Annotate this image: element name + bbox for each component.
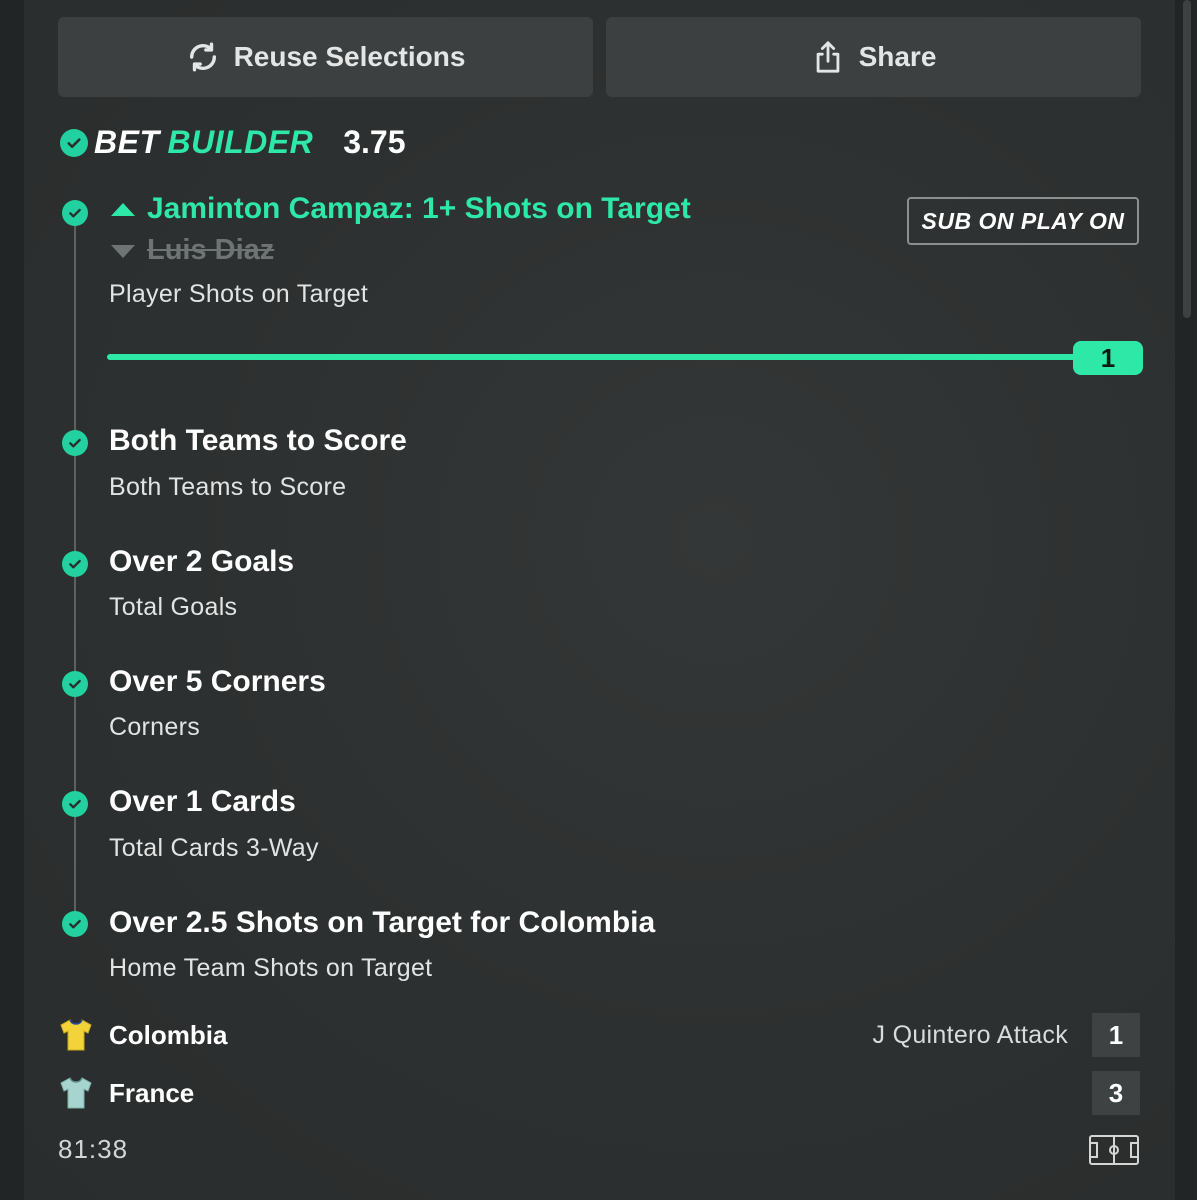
share-icon (816, 41, 839, 73)
match-clock: 81:38 (58, 1134, 129, 1164)
chevron-down-icon (111, 244, 135, 258)
leg-title: Over 2 Goals (109, 545, 295, 578)
reuse-selections-button[interactable]: Reuse Selections (58, 17, 593, 97)
share-button[interactable]: Share (606, 17, 1141, 97)
leg-title: Over 5 Corners (109, 665, 326, 698)
substituted-out-player: Luis Diaz (109, 234, 274, 267)
shots-slider-track[interactable] (107, 354, 1077, 360)
bet-builder-title-word1: BET (94, 124, 160, 160)
shirt-icon (60, 1019, 92, 1051)
leg-market: Both Teams to Score (109, 473, 347, 501)
match-status: J Quintero Attack (872, 1020, 1068, 1049)
leg-market: Player Shots on Target (109, 280, 369, 308)
check-circle-icon (60, 128, 88, 157)
leg-title: Over 1 Cards (109, 785, 296, 818)
refresh-icon (189, 42, 216, 72)
substituted-out-name: Luis Diaz (147, 234, 275, 266)
reuse-selections-label: Reuse Selections (233, 41, 466, 72)
sub-on-play-on-badge: SUB ON PLAY ON (907, 197, 1139, 245)
leg-title: Over 2.5 Shots on Target for Colombia (109, 906, 656, 939)
away-team-name: France (109, 1077, 195, 1108)
bet-builder-title-word2: BUILDER (167, 124, 314, 160)
check-circle-icon (62, 911, 88, 937)
check-circle-icon (62, 430, 88, 456)
shirt-icon (60, 1077, 92, 1109)
check-circle-icon (62, 791, 88, 817)
team-row-home: Colombia J Quintero Attack 1 (58, 1013, 1140, 1057)
chevron-up-icon (111, 203, 135, 216)
leg-title: Both Teams to Score (109, 424, 407, 457)
left-frame (0, 0, 24, 1200)
leg-market: Total Goals (109, 593, 238, 621)
leg-market: Corners (109, 713, 201, 741)
check-circle-icon (62, 551, 88, 577)
leg-title-text: Jaminton Campaz: 1+ Shots on Target (147, 192, 691, 225)
team-row-away: France 3 (58, 1071, 1140, 1115)
check-circle-icon (62, 200, 88, 226)
away-score: 3 (1092, 1071, 1140, 1115)
home-score: 1 (1092, 1013, 1140, 1057)
scrollbar[interactable] (1175, 0, 1197, 1200)
check-circle-icon (62, 671, 88, 697)
scrollbar-thumb[interactable] (1183, 0, 1191, 318)
bet-card: Reuse Selections Share BET BUILDER 3.75 J… (24, 0, 1175, 1200)
bet-builder-title: BET BUILDER (94, 124, 313, 161)
leg-market: Home Team Shots on Target (109, 954, 433, 982)
bet-builder-odds: 3.75 (343, 124, 406, 160)
leg-market: Total Cards 3-Way (109, 834, 319, 862)
bet-builder-header: BET BUILDER 3.75 (60, 124, 406, 161)
share-label: Share (858, 41, 937, 72)
pitch-icon[interactable] (1088, 1134, 1140, 1166)
leg-title-substitute: Jaminton Campaz: 1+ Shots on Target (109, 192, 691, 226)
home-team-name: Colombia (109, 1019, 228, 1050)
shots-slider-handle[interactable]: 1 (1073, 341, 1143, 375)
